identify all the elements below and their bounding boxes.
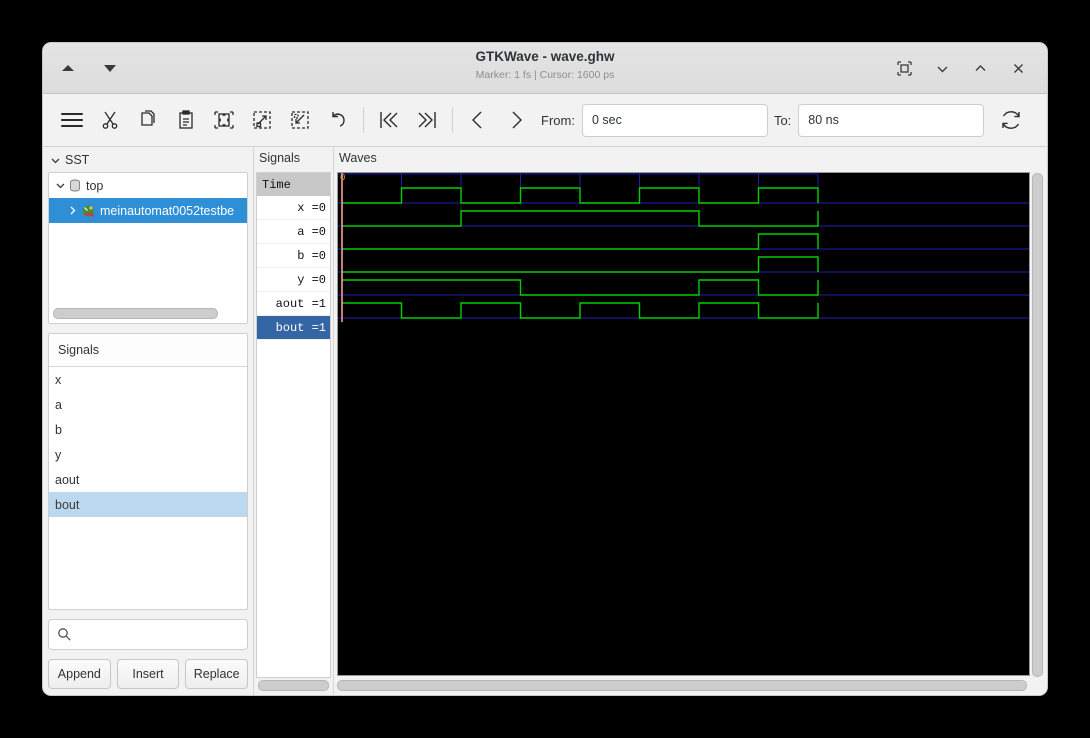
wave-area: 0 xyxy=(337,172,1045,677)
go-to-start-icon[interactable] xyxy=(370,101,408,139)
menu-icon[interactable] xyxy=(53,101,91,139)
waves-header: Waves xyxy=(339,151,377,165)
tree-node-label: top xyxy=(86,178,104,193)
signal-row-b[interactable]: b =0 xyxy=(257,244,330,268)
window-controls xyxy=(891,55,1047,81)
chevron-down-icon[interactable] xyxy=(55,180,69,191)
tree-node-label: meinautomat0052testbe xyxy=(100,203,235,218)
toolbar: From: To: xyxy=(43,94,1047,147)
signal-row-a[interactable]: a =0 xyxy=(257,220,330,244)
title-bar: GTKWave - wave.ghw Marker: 1 fs | Cursor… xyxy=(43,43,1047,94)
list-item[interactable]: y xyxy=(49,442,247,467)
search-field-wrapper xyxy=(48,619,248,650)
chevron-right-icon[interactable] xyxy=(67,205,81,216)
to-input[interactable] xyxy=(798,103,985,137)
signal-names-hscrollbar[interactable] xyxy=(256,678,331,695)
time-header-cell: Time xyxy=(257,173,330,196)
list-item[interactable]: x xyxy=(49,367,247,392)
previous-edge-icon[interactable] xyxy=(459,101,497,139)
list-item[interactable]: a xyxy=(49,392,247,417)
undo-icon[interactable] xyxy=(319,101,357,139)
search-icon xyxy=(57,627,72,642)
signal-row-aout[interactable]: aout =1 xyxy=(257,292,330,316)
module-icon xyxy=(81,204,96,218)
ruler-start-label: 0 xyxy=(340,173,346,183)
next-edge-icon[interactable] xyxy=(497,101,535,139)
list-item[interactable]: b xyxy=(49,417,247,442)
to-label: To: xyxy=(773,112,792,128)
gtkwave-window: GTKWave - wave.ghw Marker: 1 fs | Cursor… xyxy=(43,43,1047,695)
replace-button[interactable]: Replace xyxy=(185,659,249,689)
signal-names-header: Signals xyxy=(259,151,300,165)
go-to-end-icon[interactable] xyxy=(408,101,446,139)
insert-button[interactable]: Insert xyxy=(116,659,180,689)
waves-panel: Waves 0 xyxy=(333,147,1047,695)
wave-vscrollbar[interactable] xyxy=(1030,172,1045,677)
zoom-out-icon[interactable] xyxy=(281,101,319,139)
signals-list-header: Signals xyxy=(49,334,247,367)
list-item[interactable]: bout xyxy=(49,492,247,517)
toolbar-separator xyxy=(363,107,364,133)
restore-icon[interactable] xyxy=(891,55,917,81)
wave-hscrollbar[interactable] xyxy=(337,676,1045,695)
reload-icon[interactable] xyxy=(992,101,1030,139)
sst-tree: top meinautomat0052testbe xyxy=(48,172,248,324)
title-bar-left-buttons xyxy=(43,57,121,79)
cylinder-icon xyxy=(69,179,81,192)
signal-row-bout[interactable]: bout =1 xyxy=(257,316,330,340)
tree-node-top[interactable]: top xyxy=(49,173,247,198)
signals-list: x a b y aout bout xyxy=(49,367,247,609)
wave-canvas[interactable]: 0 xyxy=(337,172,1030,676)
signal-row-y[interactable]: y =0 xyxy=(257,268,330,292)
sst-title: SST xyxy=(65,153,90,167)
list-item[interactable]: aout xyxy=(49,467,247,492)
copy-icon[interactable] xyxy=(129,101,167,139)
signal-names-panel: Signals Time x =0 a =0 b =0 y =0 aout =1… xyxy=(253,147,333,695)
sst-tree-hscrollbar[interactable] xyxy=(53,305,243,319)
action-buttons: Append Insert Replace xyxy=(48,659,249,689)
paste-icon[interactable] xyxy=(167,101,205,139)
signals-list-panel: Signals x a b y aout bout xyxy=(48,333,248,610)
from-label: From: xyxy=(541,112,575,128)
left-panel: SST top meinautomat0052testbe Signals x … xyxy=(43,147,253,695)
sst-header[interactable]: SST xyxy=(48,151,248,169)
search-input[interactable] xyxy=(48,619,248,650)
append-button[interactable]: Append xyxy=(48,659,111,689)
toolbar-separator xyxy=(452,107,453,133)
triangle-up-icon[interactable] xyxy=(57,57,79,79)
close-icon[interactable] xyxy=(1005,55,1031,81)
signal-row-x[interactable]: x =0 xyxy=(257,196,330,220)
zoom-in-icon[interactable] xyxy=(243,101,281,139)
minimize-icon[interactable] xyxy=(929,55,955,81)
triangle-down-icon[interactable] xyxy=(99,57,121,79)
from-input[interactable] xyxy=(581,103,768,137)
cut-icon[interactable] xyxy=(91,101,129,139)
main-body: SST top meinautomat0052testbe Signals x … xyxy=(43,147,1047,695)
chevron-down-icon[interactable] xyxy=(50,155,61,166)
zoom-fit-icon[interactable] xyxy=(205,101,243,139)
maximize-icon[interactable] xyxy=(967,55,993,81)
signal-names-list: Time x =0 a =0 b =0 y =0 aout =1 bout =1 xyxy=(256,172,331,678)
tree-node-meinautomat0052testbe[interactable]: meinautomat0052testbe xyxy=(49,198,247,223)
